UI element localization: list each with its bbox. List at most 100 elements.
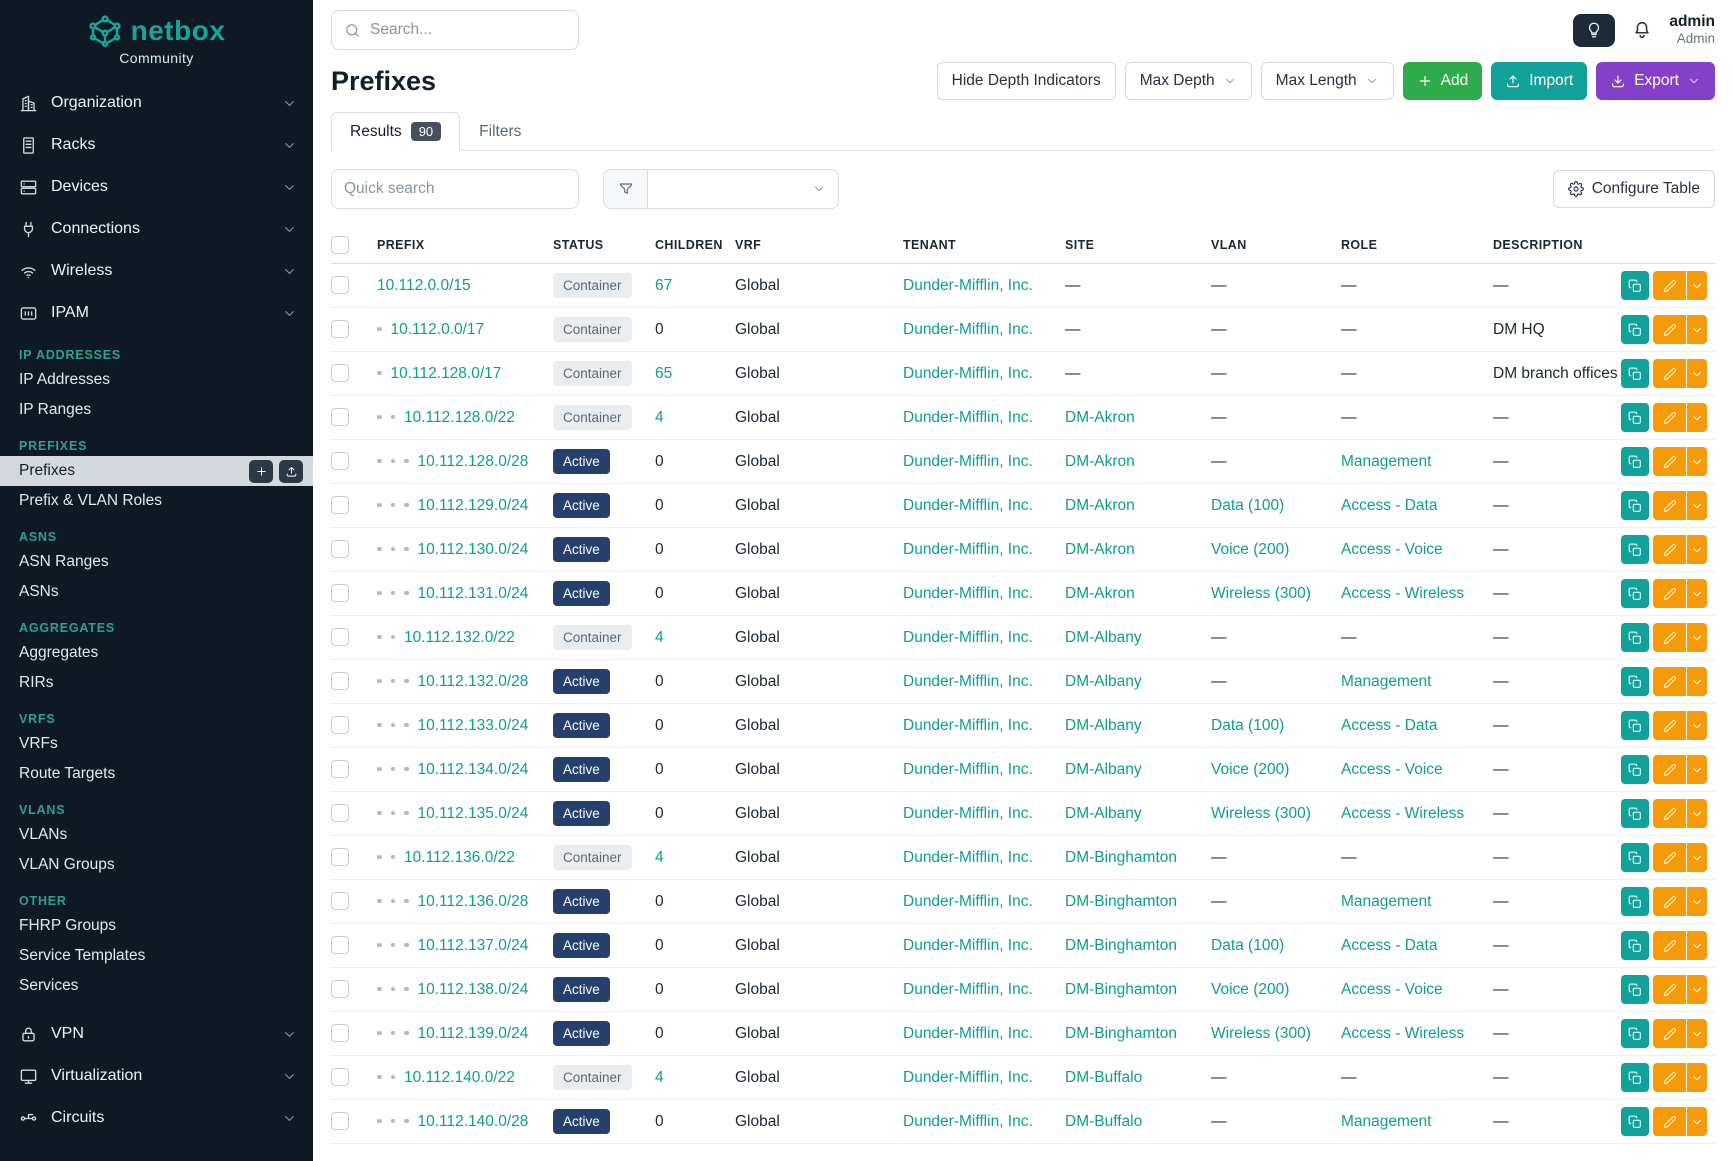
sidebar-item-rirs[interactable]: RIRs	[0, 668, 313, 698]
prefix-link[interactable]: 10.112.136.0/22	[404, 849, 515, 866]
edit-button[interactable]	[1653, 447, 1686, 476]
edit-button[interactable]	[1653, 843, 1686, 872]
tenant-link[interactable]: Dunder-Mifflin, Inc.	[903, 893, 1033, 910]
sidebar-item-connections[interactable]: Connections	[0, 208, 313, 250]
edit-button[interactable]	[1653, 975, 1686, 1004]
prefix-link[interactable]: 10.112.128.0/28	[418, 453, 529, 470]
column-header-site[interactable]: SITE	[1065, 227, 1211, 264]
edit-button[interactable]	[1653, 1019, 1686, 1048]
clone-button[interactable]	[1621, 623, 1649, 652]
role-link[interactable]: Management	[1341, 453, 1431, 470]
children-link[interactable]: 4	[655, 1069, 664, 1086]
edit-button[interactable]	[1653, 755, 1686, 784]
sidebar-item-devices[interactable]: Devices	[0, 166, 313, 208]
tenant-link[interactable]: Dunder-Mifflin, Inc.	[903, 1025, 1033, 1042]
prefix-link[interactable]: 10.112.128.0/17	[391, 365, 502, 382]
clone-button[interactable]	[1621, 887, 1649, 916]
sidebar-item-wireless[interactable]: Wireless	[0, 250, 313, 292]
edit-button[interactable]	[1653, 711, 1686, 740]
tab-filters[interactable]: Filters	[460, 113, 540, 151]
vlan-link[interactable]: Voice (200)	[1211, 761, 1289, 778]
role-link[interactable]: Access - Voice	[1341, 981, 1443, 998]
tenant-link[interactable]: Dunder-Mifflin, Inc.	[903, 321, 1033, 338]
role-link[interactable]: Access - Voice	[1341, 761, 1443, 778]
add-button[interactable]: Add	[1403, 62, 1483, 100]
edit-dropdown-button[interactable]	[1687, 667, 1707, 696]
column-header-status[interactable]: STATUS	[553, 227, 655, 264]
import-button[interactable]: Import	[1491, 62, 1587, 100]
sidebar-item-vrfs[interactable]: VRFs	[0, 729, 313, 759]
clone-button[interactable]	[1621, 447, 1649, 476]
sidebar-item-vlan-groups[interactable]: VLAN Groups	[0, 850, 313, 880]
edit-dropdown-button[interactable]	[1687, 271, 1707, 300]
sidebar-item-fhrp-groups[interactable]: FHRP Groups	[0, 911, 313, 941]
children-link[interactable]: 4	[655, 629, 664, 646]
edit-dropdown-button[interactable]	[1687, 799, 1707, 828]
site-link[interactable]: DM-Akron	[1065, 409, 1135, 426]
sidebar-item-service-templates[interactable]: Service Templates	[0, 941, 313, 971]
bell-icon[interactable]	[1631, 19, 1653, 41]
column-header-vlan[interactable]: VLAN	[1211, 227, 1341, 264]
sidebar-item-organization[interactable]: Organization	[0, 82, 313, 124]
role-link[interactable]: Access - Data	[1341, 497, 1437, 514]
prefix-link[interactable]: 10.112.135.0/24	[418, 805, 529, 822]
user-menu[interactable]: admin Admin	[1669, 13, 1715, 48]
edit-dropdown-button[interactable]	[1687, 755, 1707, 784]
site-link[interactable]: DM-Akron	[1065, 541, 1135, 558]
edit-button[interactable]	[1653, 491, 1686, 520]
edit-button[interactable]	[1653, 535, 1686, 564]
role-link[interactable]: Management	[1341, 893, 1431, 910]
row-checkbox[interactable]	[331, 628, 349, 646]
tenant-link[interactable]: Dunder-Mifflin, Inc.	[903, 1069, 1033, 1086]
edit-dropdown-button[interactable]	[1687, 1019, 1707, 1048]
row-checkbox[interactable]	[331, 452, 349, 470]
prefix-link[interactable]: 10.112.139.0/24	[418, 1025, 529, 1042]
row-checkbox[interactable]	[331, 584, 349, 602]
site-link[interactable]: DM-Binghamton	[1065, 937, 1177, 954]
row-checkbox[interactable]	[331, 496, 349, 514]
edit-button[interactable]	[1653, 887, 1686, 916]
vlan-link[interactable]: Voice (200)	[1211, 541, 1289, 558]
children-link[interactable]: 4	[655, 409, 664, 426]
clone-button[interactable]	[1621, 579, 1649, 608]
edit-button[interactable]	[1653, 403, 1686, 432]
theme-toggle-button[interactable]	[1573, 14, 1615, 47]
prefix-link[interactable]: 10.112.140.0/28	[418, 1113, 529, 1130]
clone-button[interactable]	[1621, 1019, 1649, 1048]
row-checkbox[interactable]	[331, 1112, 349, 1130]
clone-button[interactable]	[1621, 1107, 1649, 1136]
tenant-link[interactable]: Dunder-Mifflin, Inc.	[903, 717, 1033, 734]
prefix-link[interactable]: 10.112.0.0/17	[391, 321, 485, 338]
column-header-vrf[interactable]: VRF	[735, 227, 903, 264]
column-header-description[interactable]: DESCRIPTION	[1493, 227, 1621, 264]
row-checkbox[interactable]	[331, 716, 349, 734]
row-checkbox[interactable]	[331, 672, 349, 690]
tenant-link[interactable]: Dunder-Mifflin, Inc.	[903, 981, 1033, 998]
sidebar-item-aggregates[interactable]: Aggregates	[0, 638, 313, 668]
clone-button[interactable]	[1621, 1063, 1649, 1092]
edit-button[interactable]	[1653, 799, 1686, 828]
site-link[interactable]: DM-Albany	[1065, 717, 1142, 734]
edit-dropdown-button[interactable]	[1687, 447, 1707, 476]
row-checkbox[interactable]	[331, 760, 349, 778]
clone-button[interactable]	[1621, 931, 1649, 960]
edit-button[interactable]	[1653, 931, 1686, 960]
filter-funnel-icon[interactable]	[603, 169, 647, 209]
role-link[interactable]: Access - Wireless	[1341, 585, 1464, 602]
row-checkbox[interactable]	[331, 980, 349, 998]
tenant-link[interactable]: Dunder-Mifflin, Inc.	[903, 849, 1033, 866]
tenant-link[interactable]: Dunder-Mifflin, Inc.	[903, 365, 1033, 382]
edit-dropdown-button[interactable]	[1687, 315, 1707, 344]
edit-button[interactable]	[1653, 579, 1686, 608]
site-link[interactable]: DM-Albany	[1065, 805, 1142, 822]
role-link[interactable]: Access - Wireless	[1341, 1025, 1464, 1042]
vlan-link[interactable]: Data (100)	[1211, 937, 1284, 954]
role-link[interactable]: Access - Voice	[1341, 541, 1443, 558]
prefix-link[interactable]: 10.112.131.0/24	[418, 585, 529, 602]
vlan-link[interactable]: Wireless (300)	[1211, 1025, 1311, 1042]
quick-add-button[interactable]	[249, 460, 273, 483]
site-link[interactable]: DM-Binghamton	[1065, 893, 1177, 910]
tenant-link[interactable]: Dunder-Mifflin, Inc.	[903, 805, 1033, 822]
global-search[interactable]	[331, 10, 579, 50]
global-search-input[interactable]	[370, 21, 570, 39]
